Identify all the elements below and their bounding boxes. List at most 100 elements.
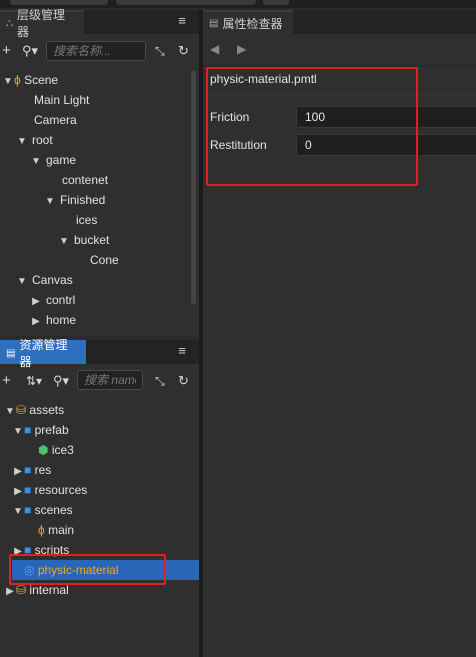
hierarchy-menu-icon[interactable]: ≡ <box>175 14 189 28</box>
expand-arrow-icon[interactable]: ▼ <box>58 232 70 252</box>
assets-tabbar: ▤ 资源管理器 ≡ <box>0 338 199 369</box>
tree-node-game[interactable]: ▼ game <box>30 150 76 170</box>
asset-node-label: main <box>48 523 75 537</box>
tree-node-scene[interactable]: ▼ϕ Scene <box>2 70 58 90</box>
asset-node-main[interactable]: ϕ main <box>38 520 199 540</box>
tree-node-label: Camera <box>34 113 77 127</box>
asset-node-label: assets <box>29 403 65 417</box>
top-tab-c[interactable] <box>263 0 289 5</box>
assets-tab-label: 资源管理器 <box>19 338 68 369</box>
tree-node-canvas[interactable]: ▼ Canvas <box>16 270 73 290</box>
expand-arrow-icon[interactable]: ▼ <box>4 402 16 422</box>
asset-node-label: prefab <box>34 423 69 437</box>
inspector-tab-icon: ▤ <box>209 17 219 29</box>
tree-node-label: Finished <box>60 193 106 207</box>
asset-node-prefab[interactable]: ▼■ prefab <box>12 420 199 440</box>
folder-icon: ■ <box>24 503 32 517</box>
tree-node-ices[interactable]: ices <box>76 210 97 230</box>
tree-node-home[interactable]: ▶ home <box>30 310 76 330</box>
collapse-icon[interactable]: ⤡ <box>155 373 165 389</box>
expand-arrow-icon[interactable]: ▶ <box>30 312 42 332</box>
tree-node-label: root <box>32 133 53 147</box>
folder-icon: ■ <box>24 463 32 477</box>
annotation-box-inspector <box>206 67 418 186</box>
tree-node-label: game <box>46 153 77 167</box>
hierarchy-tabbar: ⛬ 层级管理器 ≡ <box>0 8 199 39</box>
asset-node-label: res <box>34 463 52 477</box>
asset-node-assets[interactable]: ▼⛁ assets <box>4 400 199 420</box>
tree-node-contenet[interactable]: contenet <box>62 170 108 190</box>
expand-arrow-icon[interactable]: ▶ <box>30 292 42 312</box>
folder-icon: ■ <box>24 483 32 497</box>
expand-arrow-icon[interactable]: ▶ <box>12 482 24 502</box>
tree-node-root[interactable]: ▼ root <box>16 130 53 150</box>
expand-arrow-icon[interactable]: ▼ <box>16 272 28 292</box>
assets-menu-icon[interactable]: ≡ <box>175 344 189 358</box>
expand-arrow-icon[interactable]: ▼ <box>44 192 56 212</box>
inspector-tabbar: ▤ 属性检查器 <box>203 10 476 34</box>
scene-icon: ϕ <box>14 73 21 87</box>
scene-icon: ϕ <box>38 523 45 537</box>
sort-icon[interactable]: ⇅▾ <box>26 373 42 389</box>
tree-node-label: Canvas <box>32 273 73 287</box>
assets-search-input[interactable] <box>77 370 143 390</box>
refresh-icon[interactable]: ↻ <box>178 373 189 389</box>
database-icon: ⛁ <box>16 583 27 597</box>
expand-arrow-icon[interactable]: ▼ <box>16 132 28 152</box>
add-icon[interactable]: + <box>2 43 11 59</box>
assets-tab-icon: ▤ <box>6 347 16 359</box>
top-tab-b[interactable] <box>116 0 256 5</box>
asset-node-ice3[interactable]: ⬢ ice3 <box>38 440 199 460</box>
expand-arrow-icon[interactable]: ▶ <box>12 462 24 482</box>
tab-inspector[interactable]: ▤ 属性检查器 <box>203 10 293 34</box>
add-icon[interactable]: + <box>2 373 11 389</box>
tree-node-label: Scene <box>24 73 59 87</box>
tree-node-label: Cone <box>90 253 119 267</box>
tree-node-label: contrl <box>46 293 76 307</box>
tree-node-label: bucket <box>74 233 110 247</box>
expand-arrow-icon[interactable]: ▼ <box>30 152 42 172</box>
expand-arrow-icon[interactable]: ▶ <box>4 582 16 602</box>
tab-hierarchy[interactable]: ⛬ 层级管理器 <box>0 8 84 39</box>
tree-node-camera[interactable]: Camera <box>34 110 77 130</box>
hierarchy-toolbar: + ⚲▾ ⤡ ↻ <box>0 37 199 65</box>
folder-icon: ■ <box>24 423 32 437</box>
tree-node-finished[interactable]: ▼ Finished <box>44 190 105 210</box>
inspector-tab-label: 属性检查器 <box>222 16 283 31</box>
asset-node-res[interactable]: ▶ ■ res <box>12 460 199 480</box>
refresh-icon[interactable]: ↻ <box>178 43 189 59</box>
tree-node-label: home <box>46 313 77 327</box>
tree-node-label: contenet <box>62 173 109 187</box>
nav-back-icon[interactable]: ◀ <box>210 42 219 56</box>
prefab-icon: ⬢ <box>38 443 49 457</box>
expand-arrow-icon[interactable]: ▼ <box>12 422 24 442</box>
tree-node-label: Main Light <box>34 93 90 107</box>
annotation-box-asset <box>9 554 166 585</box>
hierarchy-tab-label: 层级管理器 <box>17 8 66 39</box>
asset-node-label: scenes <box>34 503 73 517</box>
toolbar-divider <box>203 65 476 66</box>
nav-forward-icon[interactable]: ▶ <box>237 42 246 56</box>
asset-node-resources[interactable]: ▶ ■ resources <box>12 480 199 500</box>
inspector-panel: ▤ 属性检查器 ◀ ▶ physic-material.pmtl Frictio… <box>203 10 476 657</box>
collapse-icon[interactable]: ⤡ <box>155 43 165 59</box>
tab-assets[interactable]: ▤ 资源管理器 <box>0 338 86 369</box>
assets-panel: ▤ 资源管理器 ≡ + ⇅▾ ⚲▾ ⤡ ↻ ▼⛁ assets ▼■ prefa… <box>0 338 199 657</box>
search-filter-icon[interactable]: ⚲▾ <box>53 373 69 389</box>
tree-node-cone[interactable]: Cone <box>90 250 119 270</box>
search-filter-icon[interactable]: ⚲▾ <box>22 43 38 59</box>
asset-node-label: ice3 <box>51 443 74 457</box>
top-tab-a[interactable] <box>10 0 108 5</box>
database-icon: ⛁ <box>16 403 27 417</box>
hierarchy-search-input[interactable] <box>46 41 146 61</box>
expand-arrow-icon[interactable]: ▼ <box>12 502 24 522</box>
tree-node-bucket[interactable]: ▼ bucket <box>58 230 109 250</box>
tree-node-main-light[interactable]: Main Light <box>34 90 89 110</box>
expand-arrow-icon[interactable]: ▼ <box>2 72 14 92</box>
tree-node-label: ices <box>76 213 98 227</box>
asset-node-scenes[interactable]: ▼■ scenes <box>12 500 199 520</box>
hierarchy-tab-icon: ⛬ <box>6 17 13 29</box>
hierarchy-scrollbar[interactable] <box>191 70 196 304</box>
tree-node-contrl[interactable]: ▶ contrl <box>30 290 75 310</box>
asset-node-label: internal <box>29 583 69 597</box>
